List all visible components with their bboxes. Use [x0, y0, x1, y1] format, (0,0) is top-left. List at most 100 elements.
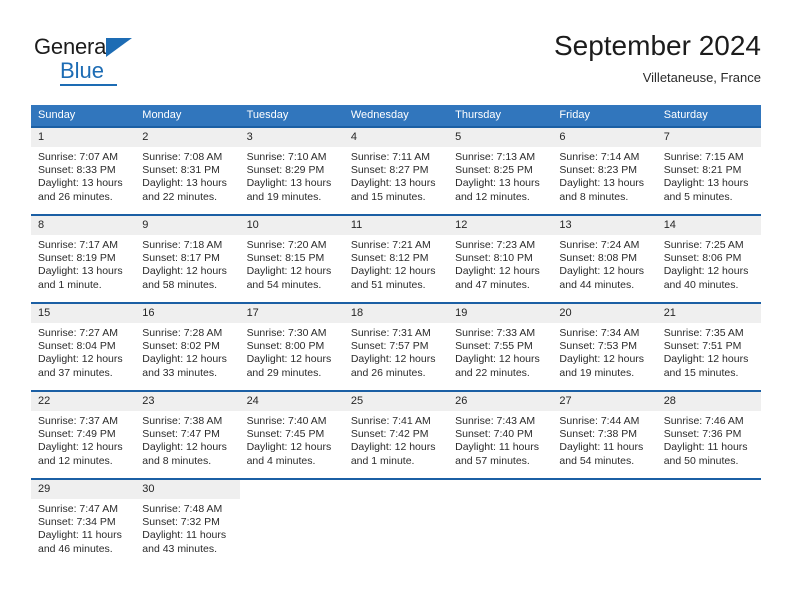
day-cell-empty	[448, 480, 552, 566]
sunrise-time: Sunrise: 7:13 AM	[455, 151, 536, 163]
logo-text-blue: Blue	[60, 58, 105, 83]
day-number-band: 7	[656, 128, 761, 147]
day-cell[interactable]: 18 Sunrise: 7:31 AM Sunset: 7:57 PM Dayligh…	[343, 304, 449, 390]
sunrise-time: Sunrise: 7:30 AM	[246, 327, 327, 339]
daylight-duration-line1: Daylight: 13 hours	[246, 177, 332, 190]
day-cell[interactable]: 28 Sunrise: 7:46 AM Sunset: 7:36 PM Dayligh…	[656, 392, 761, 478]
day-info	[448, 499, 552, 503]
day-cell[interactable]: 6 Sunrise: 7:14 AM Sunset: 8:23 PM Daylight…	[552, 128, 657, 214]
sunset-time: Sunset: 7:57 PM	[350, 340, 429, 353]
daylight-duration-line1: Daylight: 13 hours	[38, 265, 123, 278]
logo-triangle-icon	[106, 38, 132, 57]
daylight-duration-line2: and 19 minutes.	[559, 366, 635, 379]
day-number: 17	[246, 307, 259, 319]
sunset-time: Sunset: 7:36 PM	[663, 428, 742, 441]
daylight-duration-line1: Daylight: 12 hours	[350, 353, 436, 366]
sunset-time: Sunset: 7:55 PM	[455, 340, 533, 353]
day-cell[interactable]: 21 Sunrise: 7:35 AM Sunset: 7:51 PM Dayligh…	[656, 304, 761, 390]
daylight-duration-line1: Daylight: 13 hours	[142, 177, 227, 190]
day-number: 22	[38, 395, 51, 407]
day-info: Sunrise: 7:34 AM Sunset: 7:53 PM Daylight:…	[552, 323, 656, 380]
sunrise-time: Sunrise: 7:28 AM	[142, 327, 223, 339]
day-cell[interactable]: 14 Sunrise: 7:25 AM Sunset: 8:06 PM Dayligh…	[656, 216, 761, 302]
day-cell[interactable]: 10 Sunrise: 7:20 AM Sunset: 8:15 PM Dayligh…	[239, 216, 344, 302]
day-cell[interactable]: 15 Sunrise: 7:27 AM Sunset: 8:04 PM Dayligh…	[31, 304, 136, 390]
day-cell[interactable]: 17 Sunrise: 7:30 AM Sunset: 8:00 PM Dayligh…	[239, 304, 344, 390]
day-info: Sunrise: 7:08 AM Sunset: 8:31 PM Daylight:…	[135, 147, 239, 204]
day-cell[interactable]: 13 Sunrise: 7:24 AM Sunset: 8:08 PM Dayligh…	[552, 216, 657, 302]
day-cell[interactable]: 29 Sunrise: 7:47 AM Sunset: 7:34 PM Dayligh…	[31, 480, 136, 566]
day-number-band: 26	[448, 392, 553, 411]
day-cell[interactable]: 20 Sunrise: 7:34 AM Sunset: 7:53 PM Dayligh…	[552, 304, 657, 390]
daylight-duration-line1: Daylight: 12 hours	[455, 265, 540, 278]
sunset-time: Sunset: 8:02 PM	[142, 340, 220, 353]
day-number: 2	[142, 131, 149, 143]
day-cell[interactable]: 3 Sunrise: 7:10 AM Sunset: 8:29 PM Daylight…	[239, 128, 344, 214]
day-cell[interactable]: 26 Sunrise: 7:43 AM Sunset: 7:40 PM Dayligh…	[448, 392, 553, 478]
general-blue-logo[interactable]: General Blue	[34, 34, 164, 88]
day-number-band: 22	[31, 392, 136, 411]
daylight-duration-line2: and 54 minutes.	[246, 278, 322, 291]
day-cell-empty	[657, 480, 761, 566]
day-number-band	[552, 480, 656, 499]
day-cell[interactable]: 12 Sunrise: 7:23 AM Sunset: 8:10 PM Dayligh…	[448, 216, 553, 302]
sunrise-time: Sunrise: 7:07 AM	[38, 151, 118, 163]
sunset-time: Sunset: 7:45 PM	[246, 428, 325, 441]
day-number-band	[240, 480, 344, 499]
day-info: Sunrise: 7:44 AM Sunset: 7:38 PM Daylight:…	[552, 411, 656, 468]
day-info: Sunrise: 7:33 AM Sunset: 7:55 PM Daylight:…	[448, 323, 552, 380]
day-number-band: 15	[31, 304, 136, 323]
day-info: Sunrise: 7:23 AM Sunset: 8:10 PM Daylight:…	[448, 235, 552, 292]
sunset-time: Sunset: 7:47 PM	[142, 428, 220, 441]
sunset-time: Sunset: 7:53 PM	[559, 340, 638, 353]
weekday-header-tuesday: Tuesday	[246, 109, 289, 121]
daylight-duration-line2: and 8 minutes.	[142, 454, 212, 467]
daylight-duration-line1: Daylight: 12 hours	[350, 441, 436, 454]
daylight-duration-line1: Daylight: 12 hours	[663, 265, 749, 278]
day-cell[interactable]: 22 Sunrise: 7:37 AM Sunset: 7:49 PM Dayligh…	[31, 392, 136, 478]
day-info: Sunrise: 7:13 AM Sunset: 8:25 PM Daylight:…	[448, 147, 552, 204]
day-cell[interactable]: 7 Sunrise: 7:15 AM Sunset: 8:21 PM Daylight…	[656, 128, 761, 214]
day-cell[interactable]: 5 Sunrise: 7:13 AM Sunset: 8:25 PM Daylight…	[448, 128, 553, 214]
day-number-band: 24	[239, 392, 344, 411]
day-cell[interactable]: 9 Sunrise: 7:18 AM Sunset: 8:17 PM Daylight…	[135, 216, 240, 302]
day-cell[interactable]: 19 Sunrise: 7:33 AM Sunset: 7:55 PM Dayligh…	[448, 304, 553, 390]
daylight-duration-line1: Daylight: 11 hours	[559, 441, 644, 454]
daylight-duration-line2: and 12 minutes.	[38, 454, 113, 467]
daylight-duration-line2: and 40 minutes.	[663, 278, 739, 291]
day-number: 29	[38, 483, 51, 495]
day-number-band: 14	[656, 216, 761, 235]
sunset-time: Sunset: 8:17 PM	[142, 252, 220, 265]
sunrise-time: Sunrise: 7:44 AM	[559, 415, 640, 427]
day-cell[interactable]: 1 Sunrise: 7:07 AM Sunset: 8:33 PM Daylight…	[31, 128, 136, 214]
day-number: 25	[350, 395, 364, 407]
daylight-duration-line1: Daylight: 12 hours	[246, 265, 332, 278]
day-cell[interactable]: 11 Sunrise: 7:21 AM Sunset: 8:12 PM Dayligh…	[343, 216, 449, 302]
day-number-band: 1	[31, 128, 136, 147]
daylight-duration-line2: and 37 minutes.	[38, 366, 113, 379]
day-info	[657, 499, 761, 503]
day-cell[interactable]: 23 Sunrise: 7:38 AM Sunset: 7:47 PM Dayligh…	[135, 392, 240, 478]
sunrise-time: Sunrise: 7:46 AM	[663, 415, 744, 427]
day-cell[interactable]: 16 Sunrise: 7:28 AM Sunset: 8:02 PM Dayligh…	[135, 304, 240, 390]
day-number-band	[448, 480, 552, 499]
logo-underline	[60, 84, 117, 86]
day-number: 11	[350, 219, 363, 231]
calendar-grid: Sunday Monday Tuesday Wednesday Thursday…	[31, 105, 761, 566]
sunrise-time: Sunrise: 7:21 AM	[350, 239, 431, 251]
day-number-band: 8	[31, 216, 136, 235]
day-cell[interactable]: 25 Sunrise: 7:41 AM Sunset: 7:42 PM Dayligh…	[343, 392, 449, 478]
day-cell[interactable]: 24 Sunrise: 7:40 AM Sunset: 7:45 PM Dayligh…	[239, 392, 344, 478]
sunset-time: Sunset: 8:31 PM	[142, 164, 220, 177]
day-cell[interactable]: 8 Sunrise: 7:17 AM Sunset: 8:19 PM Daylight…	[31, 216, 136, 302]
day-info	[240, 499, 344, 503]
day-info	[344, 499, 448, 503]
week-row: 29 Sunrise: 7:47 AM Sunset: 7:34 PM Dayligh…	[31, 478, 761, 566]
day-cell[interactable]: 30 Sunrise: 7:48 AM Sunset: 7:32 PM Dayligh…	[135, 480, 240, 566]
day-cell[interactable]: 4 Sunrise: 7:11 AM Sunset: 8:27 PM Daylight…	[343, 128, 449, 214]
daylight-duration-line1: Daylight: 12 hours	[38, 353, 123, 366]
day-cell[interactable]: 27 Sunrise: 7:44 AM Sunset: 7:38 PM Dayligh…	[552, 392, 657, 478]
sunset-time: Sunset: 8:33 PM	[38, 164, 116, 177]
day-cell[interactable]: 2 Sunrise: 7:08 AM Sunset: 8:31 PM Daylight…	[135, 128, 240, 214]
daylight-duration-line2: and 44 minutes.	[559, 278, 635, 291]
